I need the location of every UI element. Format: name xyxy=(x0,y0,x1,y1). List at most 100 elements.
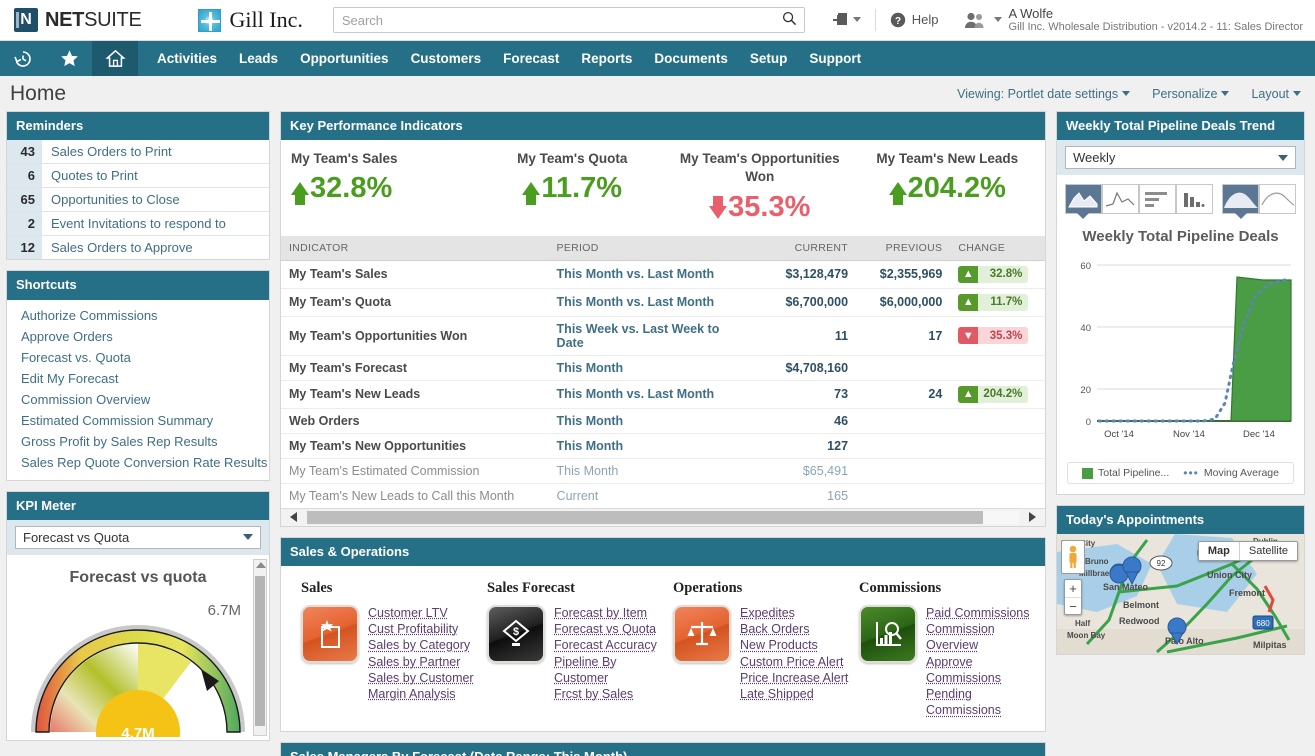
cell-period[interactable]: This Month xyxy=(549,458,753,483)
money-hand-icon[interactable]: $ xyxy=(487,605,545,663)
shortcut-item[interactable]: Approve Orders xyxy=(7,326,269,347)
so-link[interactable]: Sales by Category xyxy=(368,637,474,653)
table-row[interactable]: My Team's New Leads to Call this Month C… xyxy=(281,483,1045,508)
user-menu[interactable]: A Wolfe Gill Inc. Wholesale Distribution… xyxy=(953,6,1303,34)
satellite-button[interactable]: Satellite xyxy=(1239,542,1297,560)
scrollbar-track[interactable] xyxy=(307,511,1019,524)
scroll-left-button[interactable] xyxy=(281,512,307,522)
so-link[interactable]: Late Shipped xyxy=(740,686,848,702)
kpi-col-change[interactable]: CHANGE xyxy=(950,236,1045,261)
chart-style-line-icon[interactable] xyxy=(1259,184,1296,214)
home-button[interactable] xyxy=(92,41,138,76)
shortcut-item[interactable]: Sales Rep Quote Conversion Rate Results xyxy=(7,452,269,473)
cell-period[interactable]: This Month vs. Last Month xyxy=(549,288,753,316)
chart-type-hbar-icon[interactable] xyxy=(1139,184,1176,214)
recent-records-button[interactable] xyxy=(0,41,46,76)
kpi-meter-select[interactable]: Forecast vs Quota xyxy=(15,526,261,549)
so-link[interactable]: Forecast Accuracy xyxy=(554,637,673,653)
so-link[interactable]: Paid Commissions xyxy=(926,605,1045,621)
so-link[interactable]: Custom Price Alert xyxy=(740,654,848,670)
reminder-label[interactable]: Event Invitations to respond to xyxy=(42,212,226,235)
reminder-label[interactable]: Opportunities to Close xyxy=(42,188,180,211)
reminder-row[interactable]: 65 Opportunities to Close xyxy=(7,188,269,212)
table-row[interactable]: My Team's Forecast This Month $4,708,160 xyxy=(281,355,1045,380)
chart-type-line-icon[interactable] xyxy=(1102,184,1139,214)
so-link[interactable]: Margin Analysis xyxy=(368,686,474,702)
shortcut-item[interactable]: Authorize Commissions xyxy=(7,305,269,326)
scrollbar-thumb[interactable] xyxy=(307,511,983,524)
so-link[interactable]: Cust Profitability xyxy=(368,621,474,637)
appointments-map[interactable]: Daly City Dublin Bruno Millbrae Hay Unio… xyxy=(1057,534,1304,654)
cell-period[interactable]: This Month vs. Last Month xyxy=(549,380,753,408)
personalize-dropdown[interactable]: Personalize xyxy=(1152,87,1229,101)
kpi-col-period[interactable]: PERIOD xyxy=(549,236,753,261)
kpi-card[interactable]: My Team's Opportunities Won 35.3% xyxy=(666,150,854,223)
kpi-card[interactable]: My Team's Quota 11.7% xyxy=(479,150,667,223)
kpi-col-previous[interactable]: PREVIOUS xyxy=(856,236,950,261)
so-link[interactable]: Expedites xyxy=(740,605,848,621)
kpi-meter-scrollbar[interactable] xyxy=(253,559,267,736)
quick-add-button[interactable] xyxy=(818,11,875,29)
zoom-in-button[interactable]: + xyxy=(1065,580,1081,597)
table-row[interactable]: My Team's New Leads This Month vs. Last … xyxy=(281,380,1045,408)
nav-item-support[interactable]: Support xyxy=(798,41,872,76)
table-row[interactable]: Web Orders This Month 46 xyxy=(281,408,1045,433)
help-button[interactable]: ? Help xyxy=(876,12,953,28)
cell-period[interactable]: This Week vs. Last Week to Date xyxy=(549,316,753,355)
reminder-label[interactable]: Sales Orders to Approve xyxy=(42,236,193,259)
chart-type-area-icon[interactable] xyxy=(1065,184,1102,214)
so-link[interactable]: Approve Commissions xyxy=(926,654,1045,687)
reminder-row[interactable]: 2 Event Invitations to respond to xyxy=(7,212,269,236)
shortcut-item[interactable]: Forecast vs. Quota xyxy=(7,347,269,368)
kpi-table-scrollbar[interactable] xyxy=(281,508,1045,526)
so-link[interactable]: Forecast by Item xyxy=(554,605,673,621)
table-row[interactable]: My Team's Estimated Commission This Mont… xyxy=(281,458,1045,483)
nav-item-forecast[interactable]: Forecast xyxy=(492,41,570,76)
scrollbar-thumb[interactable] xyxy=(255,576,265,726)
nav-item-documents[interactable]: Documents xyxy=(643,41,739,76)
shortcut-item[interactable]: Edit My Forecast xyxy=(7,368,269,389)
map-zoom-control[interactable]: + − xyxy=(1064,579,1082,615)
search-icon[interactable] xyxy=(782,11,797,31)
so-link[interactable]: Price Increase Alert xyxy=(740,670,848,686)
so-link[interactable]: Frcst by Sales xyxy=(554,686,673,702)
kpi-card[interactable]: My Team's Sales 32.8% xyxy=(285,150,479,223)
viewing-dropdown[interactable]: Viewing: Portlet date settings xyxy=(957,87,1130,101)
so-link[interactable]: Sales by Customer xyxy=(368,670,474,686)
so-link[interactable]: Back Orders xyxy=(740,621,848,637)
pipeline-period-select[interactable]: Weekly xyxy=(1065,146,1296,169)
shortcut-item[interactable]: Commission Overview xyxy=(7,389,269,410)
zoom-out-button[interactable]: − xyxy=(1065,597,1081,614)
legend-item-moving-average[interactable]: ••• Moving Average xyxy=(1183,467,1279,479)
reminder-row[interactable]: 12 Sales Orders to Approve xyxy=(7,236,269,259)
document-star-icon[interactable] xyxy=(301,605,359,663)
kpi-col-current[interactable]: CURRENT xyxy=(752,236,856,261)
so-link[interactable]: Commission Overview xyxy=(926,621,1045,654)
favorites-button[interactable] xyxy=(46,41,92,76)
so-link[interactable]: Forecast vs Quota xyxy=(554,621,673,637)
cell-period[interactable]: This Month vs. Last Month xyxy=(549,260,753,288)
reminder-row[interactable]: 43 Sales Orders to Print xyxy=(7,140,269,164)
global-search[interactable] xyxy=(333,7,805,33)
shortcut-item[interactable]: Gross Profit by Sales Rep Results xyxy=(7,431,269,452)
table-row[interactable]: My Team's Sales This Month vs. Last Mont… xyxy=(281,260,1045,288)
cell-period[interactable]: Current xyxy=(549,483,753,508)
so-link[interactable]: Customer LTV xyxy=(368,605,474,621)
kpi-card[interactable]: My Team's New Leads 204.2% xyxy=(854,150,1042,223)
so-link[interactable]: Pipeline By Customer xyxy=(554,654,673,687)
map-type-control[interactable]: Map Satellite xyxy=(1198,541,1298,561)
scroll-right-button[interactable] xyxy=(1019,512,1045,522)
nav-item-customers[interactable]: Customers xyxy=(400,41,493,76)
shortcut-item[interactable]: Estimated Commission Summary xyxy=(7,410,269,431)
cell-period[interactable]: This Month xyxy=(549,355,753,380)
legend-item-total-pipeline[interactable]: Total Pipeline... xyxy=(1082,467,1169,479)
cell-period[interactable]: This Month xyxy=(549,433,753,458)
map-button[interactable]: Map xyxy=(1199,542,1239,560)
nav-item-leads[interactable]: Leads xyxy=(228,41,289,76)
chart-style-filled-icon[interactable] xyxy=(1222,184,1259,214)
layout-dropdown[interactable]: Layout xyxy=(1251,87,1301,101)
scroll-up-icon[interactable] xyxy=(256,562,266,568)
table-row[interactable]: My Team's Opportunities Won This Week vs… xyxy=(281,316,1045,355)
nav-item-reports[interactable]: Reports xyxy=(570,41,643,76)
netsuite-logo[interactable]: N NETSUITE xyxy=(14,8,142,32)
